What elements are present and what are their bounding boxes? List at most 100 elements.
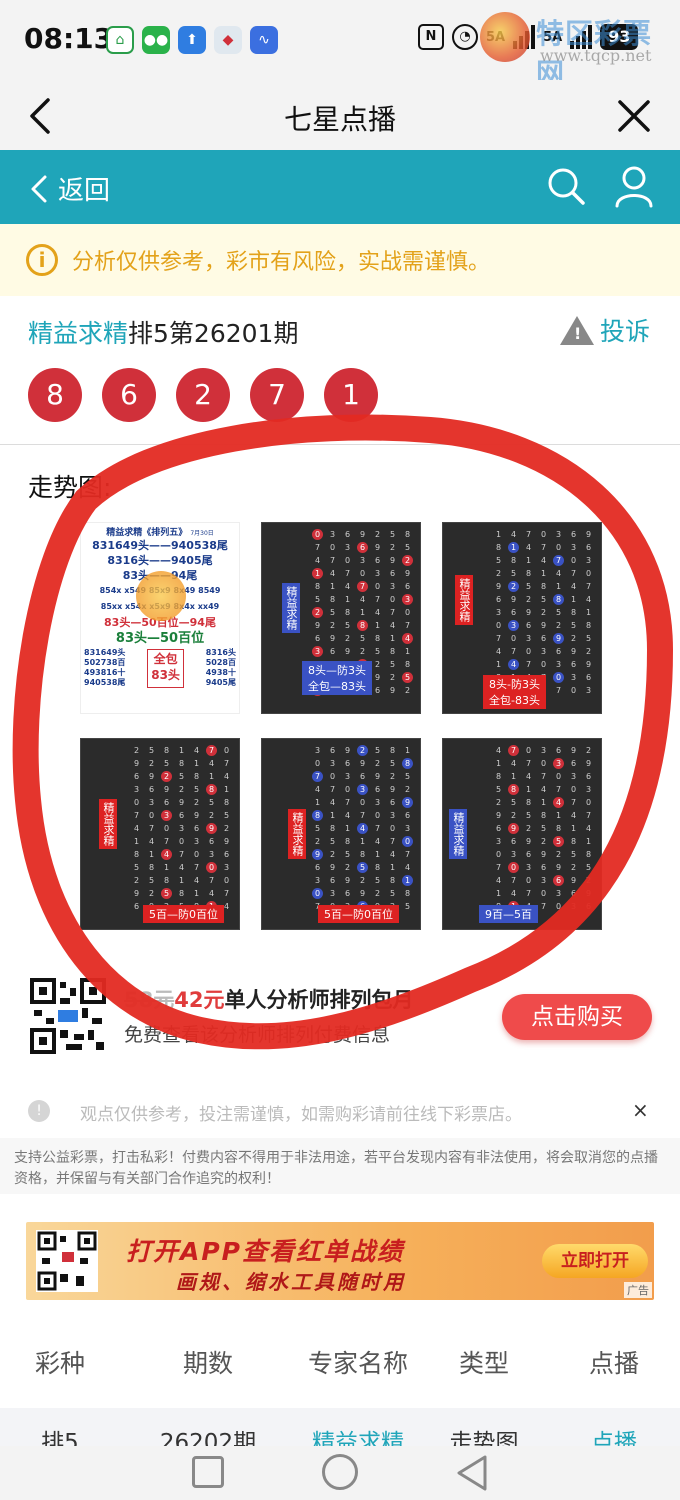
chart-thumbnail-poster[interactable]: 精益求精《排列五》 7月30日 831649头——940538尾 8316头——… [80,522,240,714]
grid-digit: 5 [495,785,502,794]
complaint-button[interactable]: ! 投诉 [560,312,650,348]
grid-digit: 4 [402,633,413,644]
lottery-app-icon: ◆ [214,26,242,54]
grid-digit: 1 [193,759,200,768]
open-app-button[interactable]: 立即打开 [542,1244,648,1278]
grid-digit: 8 [344,837,351,846]
grid-digit: 8 [555,824,562,833]
grid-digit: 2 [161,771,172,782]
grid-digit: 2 [359,647,366,656]
grid-digit: 8 [585,850,592,859]
grid-digit: 0 [329,772,336,781]
grid-digit: 9 [389,556,396,565]
grid-digit: 5 [570,850,577,859]
info-icon: i [26,244,58,276]
grid-digit: 1 [402,875,413,886]
expert-name-link[interactable]: 精益求精 [28,319,128,348]
thumbnail-caption: 9百—5百 [479,905,538,923]
grid-digit: 7 [314,543,321,552]
close-icon[interactable]: × [632,1098,649,1122]
grid-digit: 6 [495,595,502,604]
chart-thumbnail[interactable]: 4703692147036981470365814703258147092581… [442,738,602,930]
grid-digit: 2 [357,745,368,756]
grid-digit: 2 [555,850,562,859]
grid-digit: 2 [374,759,381,768]
grid-digit: 9 [163,785,170,794]
grid-digit: 4 [404,863,411,872]
grid-digit: 1 [555,582,562,591]
qr-code-icon [30,978,106,1054]
chart-thumbnail[interactable]: 3692581036925870369254703692147036981470… [261,738,421,930]
grid-digit: 3 [374,569,381,578]
grid-digit: 4 [329,569,336,578]
grid-digit: 3 [374,798,381,807]
grid-digit: 4 [570,582,577,591]
grid-digit: 0 [525,746,532,755]
grid-digit: 4 [193,876,200,885]
chart-thumbnail[interactable]: 2581470925814769258143692581036925870369… [80,738,240,930]
app-banner-ad[interactable]: 打开APP查看红单战绩 画规、缩水工具随时用 立即打开 广告 [26,1222,654,1300]
home-icon[interactable] [322,1454,358,1490]
grid-digit: 7 [555,785,562,794]
grid-digit: 4 [585,824,592,833]
grid-digit: 0 [540,889,547,898]
grid-digit: 6 [344,530,351,539]
grid-digit: 2 [510,811,517,820]
grid-digit: 7 [404,850,411,859]
grid-digit: 5 [359,634,366,643]
grid-digit: 5 [389,660,396,669]
grid-digit: 2 [312,607,323,618]
grid-digit: 2 [133,746,140,755]
info-icon: ! [28,1100,50,1122]
promo-title: 58元42元单人分析师排列包月 [124,984,413,1014]
grid-digit: 1 [389,863,396,872]
grid-digit: 3 [540,647,547,656]
recents-icon[interactable] [192,1456,224,1488]
grid-digit: 6 [585,543,592,552]
grid-digit: 8 [374,634,381,643]
home-app-icon: ⌂ [106,26,134,54]
poster-header: 精益求精《排列五》 [106,528,188,538]
user-icon[interactable] [614,164,654,208]
grid-digit: 1 [344,824,351,833]
grid-digit: 1 [495,759,502,768]
grid-digit: 2 [193,798,200,807]
grid-digit: 5 [495,556,502,565]
back-triangle-icon[interactable] [455,1454,489,1492]
grid-digit: 8 [193,772,200,781]
back-button[interactable]: 返回 [30,170,110,207]
grid-digit: 8 [540,582,547,591]
grid-digit: 1 [525,785,532,794]
grid-digit: 6 [585,772,592,781]
grid-digit: 7 [374,595,381,604]
grid-digit: 6 [585,902,592,911]
search-icon[interactable] [546,166,586,206]
grid-digit: 0 [163,824,170,833]
chart-thumbnail[interactable]: 1470369814703658147032581470925814769258… [442,522,602,714]
grid-digit: 3 [553,758,564,769]
grid-digit: 5 [148,876,155,885]
grid-digit: 0 [312,888,323,899]
grid-digit: 1 [163,863,170,872]
grid-digit: 0 [555,902,562,911]
grid-digit: 5 [208,798,215,807]
grid-digit: 0 [133,798,140,807]
grid-digit: 4 [540,556,547,565]
grid-digit: 4 [510,530,517,539]
warning-triangle-icon: ! [560,315,594,345]
grid-digit: 9 [585,530,592,539]
grid-digit: 1 [178,746,185,755]
old-price: 58元 [124,988,175,1012]
chart-thumbnail[interactable]: 0369258703692547036921470369814703658147… [261,522,421,714]
grid-digit: 6 [570,530,577,539]
grid-digit: 6 [540,634,547,643]
grid-digit: 8 [223,798,230,807]
close-icon[interactable] [616,98,652,134]
buy-button[interactable]: 点击购买 [502,994,652,1040]
grid-digit: 8 [404,660,411,669]
grid-digit: 5 [344,621,351,630]
grid-digit: 1 [329,582,336,591]
grid-digit: 3 [510,850,517,859]
grid-digit: 7 [206,745,217,756]
grid-digit: 2 [570,863,577,872]
